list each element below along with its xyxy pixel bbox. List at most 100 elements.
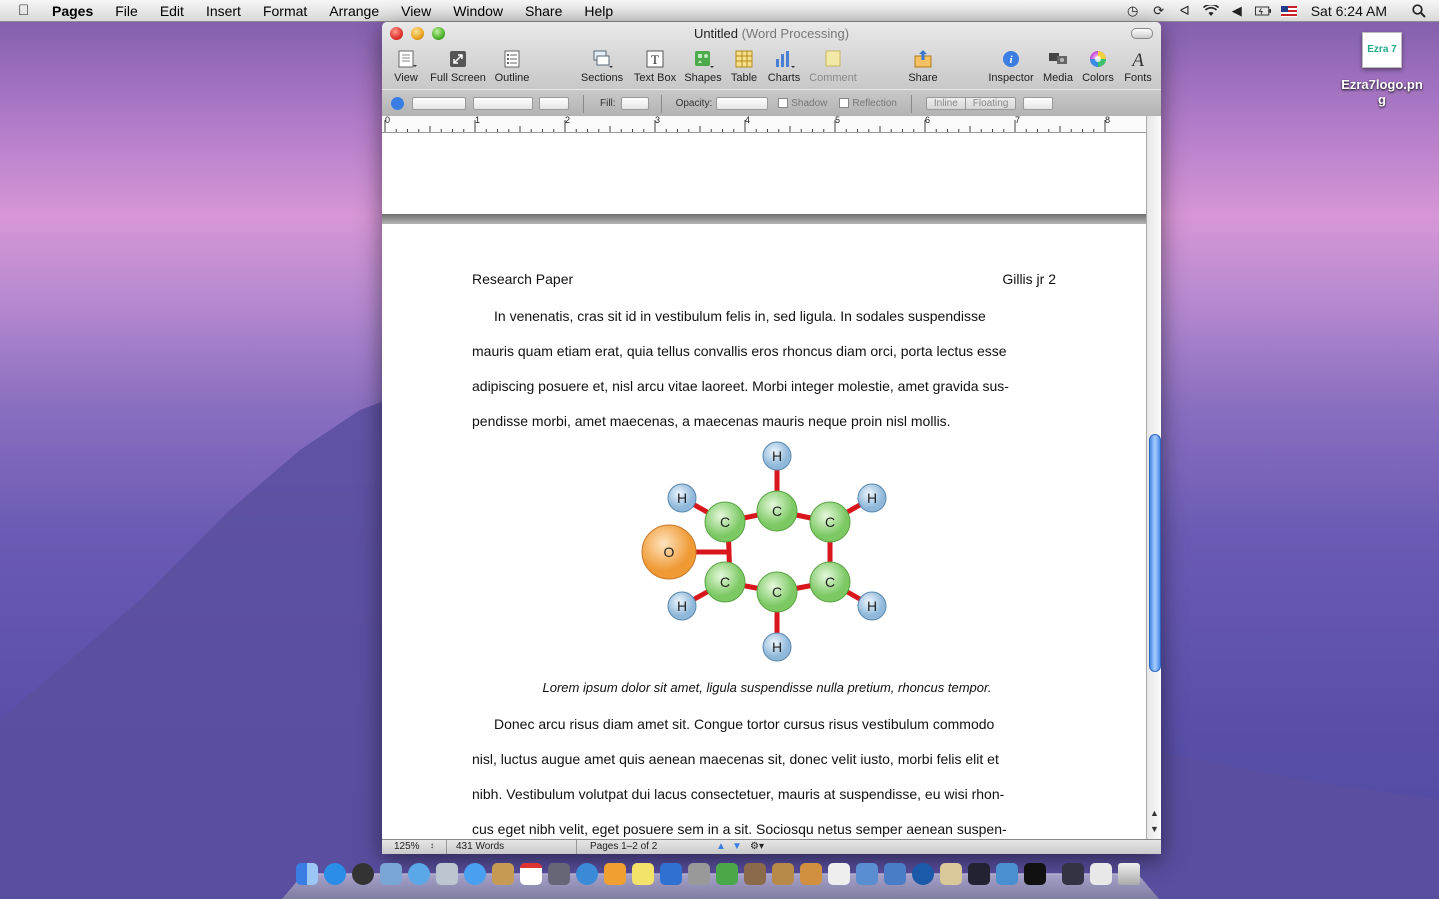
terminal-icon[interactable] [1024, 863, 1046, 885]
time-machine-icon[interactable]: ◷ [1125, 3, 1141, 18]
size-field[interactable] [539, 97, 569, 110]
scroll-up-arrow-icon[interactable]: ▲ [1150, 808, 1159, 818]
toolbar-table-button[interactable]: Table [728, 48, 760, 88]
apple-menu-icon[interactable]:  [18, 0, 38, 22]
inline-option[interactable]: Inline [927, 98, 966, 109]
menu-format[interactable]: Format [263, 0, 307, 22]
font-popup[interactable] [473, 97, 533, 110]
menubar-clock[interactable]: Sat 6:24 AM [1311, 3, 1387, 19]
shadow-checkbox[interactable]: Shadow [778, 98, 827, 109]
header-right-text[interactable]: Gillis jr 2 [1002, 271, 1056, 287]
toolbar-charts-button[interactable]: Charts [766, 48, 802, 88]
garageband-icon[interactable] [800, 863, 822, 885]
battery-icon[interactable] [1254, 4, 1271, 18]
menu-arrange[interactable]: Arrange [329, 0, 379, 22]
photo-booth-icon[interactable] [548, 863, 570, 885]
script-editor-icon[interactable] [688, 863, 710, 885]
toolbar-shapes-button[interactable]: Shapes [684, 48, 722, 88]
menu-insert[interactable]: Insert [206, 0, 241, 22]
folder-icon[interactable] [884, 863, 906, 885]
scroll-down-arrow-icon[interactable]: ▼ [1150, 824, 1159, 834]
image-icon[interactable] [940, 863, 962, 885]
vertical-scrollbar[interactable]: ▲ ▼ [1146, 116, 1161, 839]
body-paragraph-1[interactable]: In venenatis, cras sit id in vestibulum … [472, 299, 1062, 439]
quicktime-icon[interactable] [912, 863, 934, 885]
menu-app-name[interactable]: Pages [52, 0, 93, 22]
menu-file[interactable]: File [115, 0, 138, 22]
header-left-text[interactable]: Research Paper [472, 271, 573, 287]
toolbar-inspector-button[interactable]: i Inspector [986, 48, 1036, 88]
page-2[interactable]: Research Paper Gillis jr 2 In venenatis,… [382, 224, 1146, 839]
finder-icon[interactable] [296, 863, 318, 885]
toolbar-sections-button[interactable]: Sections [580, 48, 624, 88]
sync-icon[interactable]: ⟳ [1151, 3, 1167, 18]
zoom-stepper-icon[interactable]: ↕ [430, 841, 434, 850]
reflection-checkbox[interactable]: Reflection [839, 98, 897, 109]
menu-window[interactable]: Window [453, 0, 503, 22]
svg-text:C: C [772, 503, 782, 519]
itunes-icon[interactable] [576, 863, 598, 885]
bluetooth-icon[interactable]: ᐊ [1177, 3, 1193, 18]
keynote-icon[interactable] [660, 863, 682, 885]
utility-icon[interactable] [772, 863, 794, 885]
toolbar-comment-button[interactable]: Comment [808, 48, 858, 88]
dashboard-icon[interactable] [352, 863, 374, 885]
svg-text:C: C [720, 514, 730, 530]
xcode-icon[interactable] [856, 863, 878, 885]
toolbar-fullscreen-button[interactable]: Full Screen [430, 48, 486, 88]
style-popup[interactable] [412, 97, 466, 110]
mail-icon[interactable] [436, 863, 458, 885]
image-caption[interactable]: Lorem ipsum dolor sit amet, ligula suspe… [472, 680, 1062, 695]
textedit-icon[interactable] [828, 863, 850, 885]
address-book-icon[interactable] [492, 863, 514, 885]
toolbar-fonts-button[interactable]: A Fonts [1122, 48, 1154, 88]
wrap-popup[interactable] [1023, 97, 1054, 110]
pages-icon[interactable] [604, 863, 626, 885]
toolbar-textbox-button[interactable]: T Text Box [632, 48, 678, 88]
safari-icon[interactable] [408, 863, 430, 885]
downloads-stack-icon[interactable] [1090, 863, 1112, 885]
toolbar-share-button[interactable]: Share [906, 48, 940, 88]
menu-view[interactable]: View [401, 0, 431, 22]
toolbar-view-button[interactable]: View [390, 48, 422, 88]
stickies-icon[interactable] [632, 863, 654, 885]
desktop-file-ezra7logo[interactable]: Ezra 7 Ezra7logo.png [1340, 32, 1424, 107]
spotlight-search-icon[interactable] [1411, 4, 1427, 18]
toolbar-outline-button[interactable]: Outline [492, 48, 532, 88]
svg-text:O: O [664, 544, 675, 560]
app-store-icon[interactable] [324, 863, 346, 885]
word-count[interactable]: 431 Words [456, 841, 504, 852]
floating-option[interactable]: Floating [966, 98, 1016, 109]
ichat-icon[interactable] [464, 863, 486, 885]
iphoto-icon[interactable] [744, 863, 766, 885]
phenol-molecule-image[interactable]: O C C C C C C H H H H H H [632, 438, 902, 678]
document-canvas[interactable]: Research Paper Gillis jr 2 In venenatis,… [382, 133, 1146, 839]
volume-icon[interactable]: ◀ [1229, 3, 1245, 18]
opacity-field[interactable] [716, 97, 769, 110]
fill-color-well[interactable] [620, 97, 649, 110]
preview-icon[interactable] [380, 863, 402, 885]
scroll-thumb[interactable] [1149, 434, 1161, 672]
wifi-icon[interactable] [1202, 4, 1219, 18]
toolbar-colors-button[interactable]: Colors [1080, 48, 1116, 88]
activity-monitor-icon[interactable] [968, 863, 990, 885]
paragraph-style-icon[interactable] [391, 97, 404, 110]
zoom-popup[interactable]: 125% [394, 841, 420, 852]
file-name-label: Ezra7logo.png [1341, 77, 1423, 107]
body-paragraph-2[interactable]: Donec arcu risus diam amet sit. Congue t… [472, 707, 1062, 839]
gear-icon[interactable]: ⚙▾ [750, 841, 764, 852]
network-icon[interactable] [996, 863, 1018, 885]
previous-page-icon[interactable]: ▲ [716, 841, 726, 852]
toolbar-media-button[interactable]: Media [1042, 48, 1074, 88]
ical-icon[interactable] [520, 863, 542, 885]
menu-help[interactable]: Help [584, 0, 613, 22]
menu-edit[interactable]: Edit [160, 0, 184, 22]
trash-icon[interactable] [1118, 863, 1140, 885]
horizontal-ruler[interactable]: 0 1 2 3 4 5 6 7 8 [382, 115, 1146, 133]
screen-icon[interactable] [1062, 863, 1084, 885]
next-page-icon[interactable]: ▼ [732, 841, 742, 852]
menu-share[interactable]: Share [525, 0, 562, 22]
numbers-icon[interactable] [716, 863, 738, 885]
input-source-flag-icon[interactable] [1280, 4, 1297, 18]
wrap-mode-segment[interactable]: Inline Floating [925, 97, 1017, 110]
